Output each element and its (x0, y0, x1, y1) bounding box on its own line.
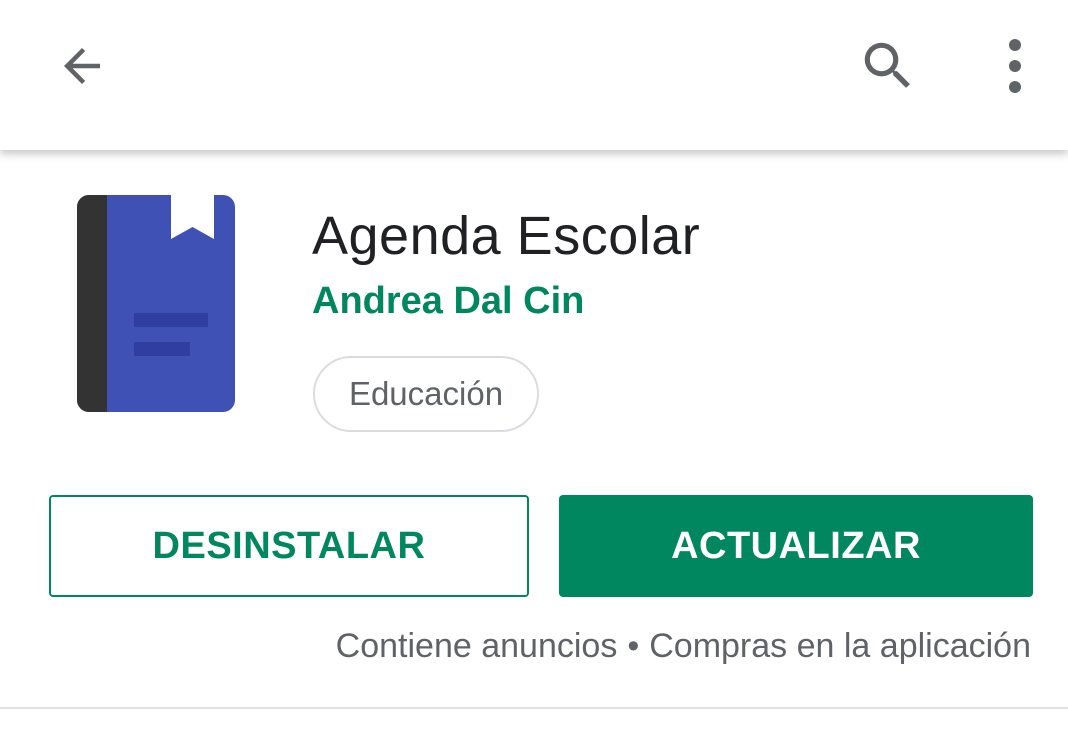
app-title: Agenda Escolar (312, 206, 701, 266)
uninstall-label: DESINSTALAR (152, 524, 426, 567)
search-icon (864, 42, 910, 88)
app-details-page: Agenda Escolar Andrea Dal Cin Educación … (0, 0, 1068, 737)
category-chip[interactable]: Educación (313, 356, 539, 432)
more-options-button[interactable] (975, 26, 1055, 106)
in-app-purchases-note: Compras en la aplicación (649, 627, 1031, 665)
category-label: Educación (348, 375, 504, 412)
back-button[interactable] (42, 26, 122, 106)
app-icon (77, 195, 235, 412)
update-button[interactable]: ACTUALIZAR (559, 495, 1033, 597)
contains-ads-note: Contiene anuncios (335, 627, 618, 665)
search-button[interactable] (848, 26, 928, 106)
update-label: ACTUALIZAR (671, 524, 921, 567)
app-notes: Contiene anuncios • Compras en la aplicaci… (336, 627, 1031, 666)
book-bookmark-icon (77, 195, 235, 412)
top-app-bar (0, 0, 1068, 150)
section-divider (0, 707, 1068, 709)
uninstall-button[interactable]: DESINSTALAR (49, 495, 529, 597)
separator-dot: • (627, 627, 640, 665)
arrow-back-icon (64, 48, 100, 84)
developer-link[interactable]: Andrea Dal Cin (312, 280, 584, 323)
more-vert-icon (1009, 39, 1021, 93)
